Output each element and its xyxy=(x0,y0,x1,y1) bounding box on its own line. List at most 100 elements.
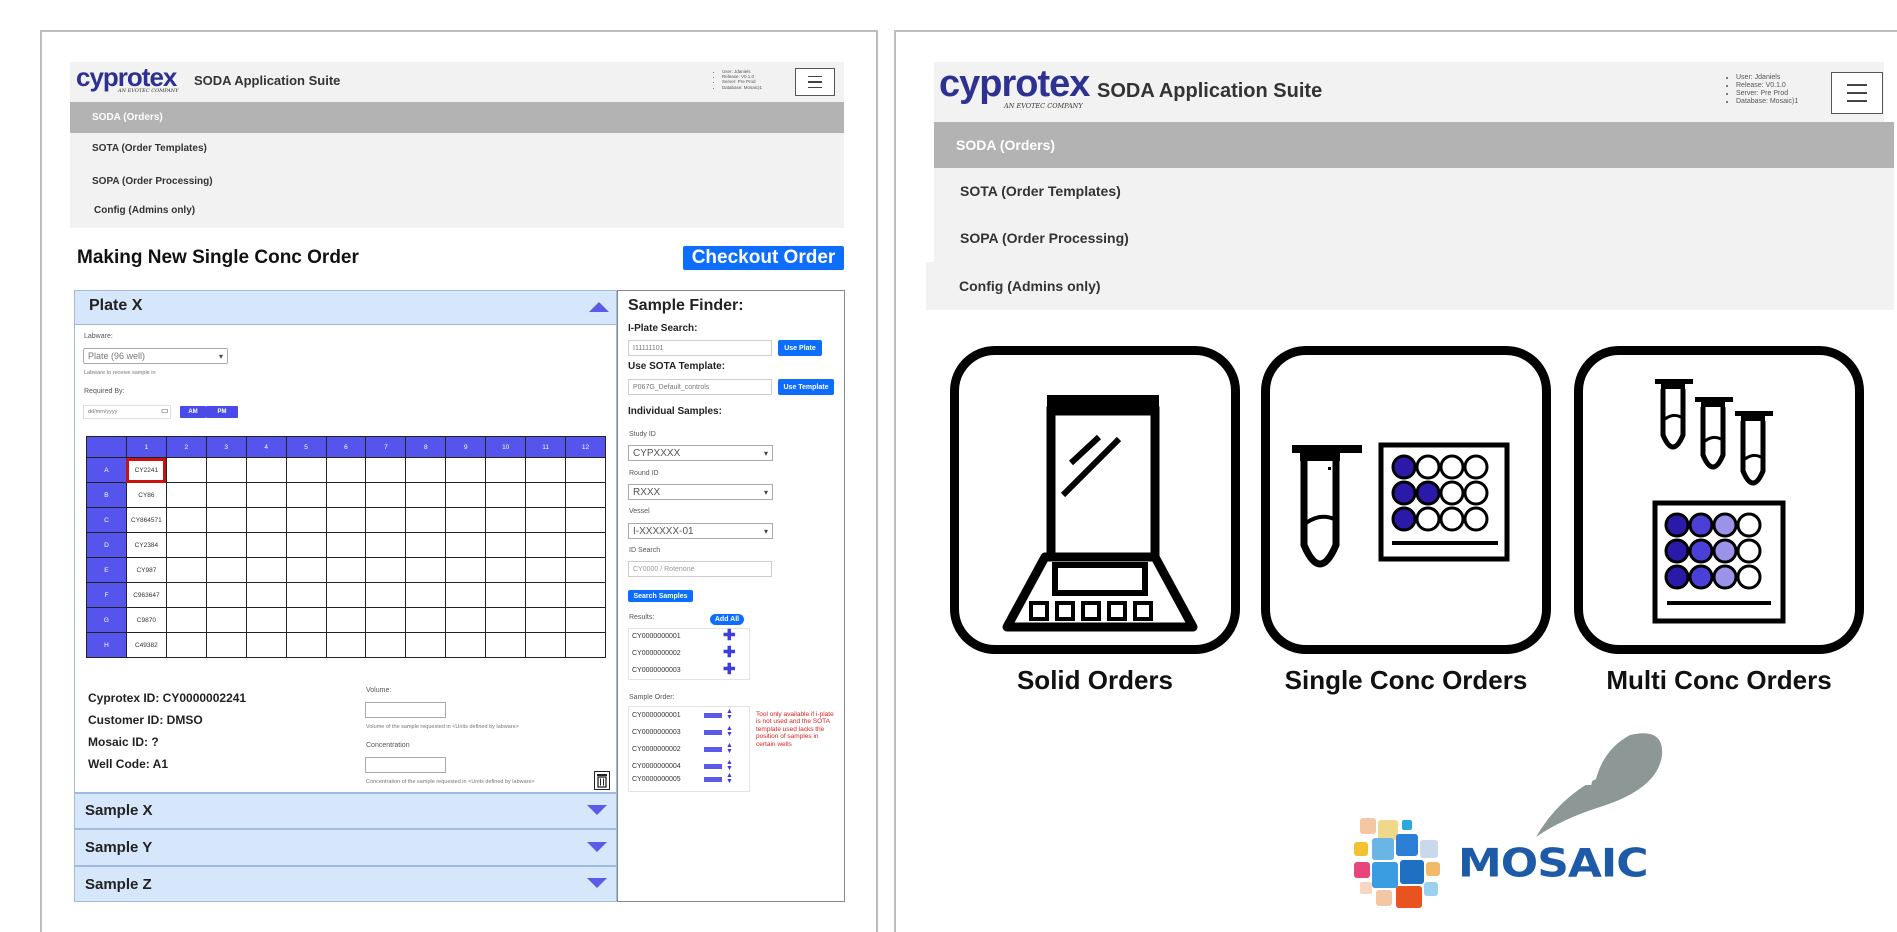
list-item: CY0000000005 xyxy=(632,776,681,783)
volume-help: Volume of the sample requested in <Units… xyxy=(366,724,519,730)
required-by-label: Required By: xyxy=(84,388,125,395)
concentration-input[interactable] xyxy=(365,757,446,773)
vessel-select[interactable]: I-XXXXXX-01 xyxy=(628,523,773,539)
sample-y-accordion[interactable] xyxy=(74,829,617,866)
vessel-label: Vessel xyxy=(629,508,650,515)
volume-label: Volume: xyxy=(366,687,392,694)
multi-conc-orders-card[interactable] xyxy=(1574,346,1864,654)
concentration-help: Concentration of the sample requested in… xyxy=(366,779,535,785)
left-nav-config[interactable]: Config (Admins only) xyxy=(70,198,844,228)
list-item: CY0000000002 xyxy=(632,746,681,753)
left-nav-sota[interactable]: SOTA (Order Templates) xyxy=(70,133,844,165)
reorder-icon[interactable]: ▲ ▼ xyxy=(726,772,733,785)
well[interactable]: C963647 xyxy=(125,582,167,608)
id-search-input[interactable]: CY0000 / Rotenone xyxy=(628,561,772,577)
right-nav-config[interactable]: Config (Admins only) xyxy=(926,262,1894,310)
plate-row: B CY86 xyxy=(86,482,606,508)
calendar-icon[interactable]: ▭ xyxy=(161,406,169,415)
sample-order-label: Sample Order: xyxy=(629,694,675,701)
mosaic-id: Mosaic ID: ? xyxy=(88,735,159,749)
list-item: CY0000000002 xyxy=(632,650,681,657)
well[interactable]: CY987 xyxy=(125,557,167,583)
plate-accordion-header[interactable] xyxy=(74,290,617,325)
cyprotex-id: Cyprotex ID: CY0000002241 xyxy=(88,691,247,705)
list-item: CY0000000001 xyxy=(632,712,681,719)
labware-select[interactable]: Plate (96 well) xyxy=(83,348,228,364)
labware-label: Labware: xyxy=(84,333,113,340)
sample-x-accordion[interactable] xyxy=(74,793,617,829)
col-header: 8 xyxy=(405,436,447,458)
results-label: Results: xyxy=(629,614,655,621)
solid-orders-card[interactable] xyxy=(950,346,1240,654)
drag-handle[interactable] xyxy=(704,747,722,752)
plate-grid: 1 2 3 4 5 6 7 8 9 10 11 12 A CY2241 B CY86… xyxy=(86,436,606,658)
col-header: 7 xyxy=(365,436,407,458)
well[interactable]: CY86 xyxy=(125,482,167,508)
balance-icon xyxy=(1002,395,1198,632)
plate-row: D CY2384 xyxy=(86,532,606,558)
sample-z-accordion[interactable] xyxy=(74,866,617,902)
collapse-arrow-icon[interactable] xyxy=(589,302,609,312)
col-header: 6 xyxy=(325,436,367,458)
drag-handle[interactable] xyxy=(704,777,722,782)
left-nav-soda[interactable]: SODA (Orders) xyxy=(70,102,844,133)
right-menu-button[interactable] xyxy=(1831,72,1883,114)
reorder-icon[interactable]: ▲ ▼ xyxy=(726,725,733,738)
right-nav-sopa[interactable]: SOPA (Order Processing) xyxy=(934,215,1894,262)
expand-arrow-icon[interactable] xyxy=(587,842,607,852)
use-template-button[interactable]: Use Template xyxy=(778,379,834,395)
right-logo-subtitle: AN EVOTEC COMPANY xyxy=(1004,102,1083,110)
list-item: CY0000000001 xyxy=(632,633,681,640)
drag-handle[interactable] xyxy=(704,730,722,735)
list-item: CY0000000003 xyxy=(632,667,681,674)
col-header: 11 xyxy=(525,436,567,458)
expand-arrow-icon[interactable] xyxy=(587,805,607,815)
volume-input[interactable] xyxy=(365,702,446,718)
right-nav-soda[interactable]: SODA (Orders) xyxy=(934,122,1894,168)
add-sample-icon[interactable]: ✚ xyxy=(723,662,736,677)
required-date-input[interactable]: dd/mm/yyyy xyxy=(83,405,171,419)
right-suite-title: SODA Application Suite xyxy=(1097,80,1323,102)
add-sample-icon[interactable]: ✚ xyxy=(723,628,736,643)
iplate-search-input[interactable]: I11111101 xyxy=(628,340,772,356)
tubes-and-plate-icon xyxy=(1652,379,1786,624)
solid-orders-label: Solid Orders xyxy=(1016,665,1174,695)
left-nav-sopa[interactable]: SOPA (Order Processing) xyxy=(70,165,844,198)
reorder-icon[interactable]: ▲ ▼ xyxy=(726,708,733,721)
single-conc-orders-card[interactable] xyxy=(1261,346,1551,654)
plate-row: C CY864571 xyxy=(86,507,606,533)
sample-y-title: Sample Y xyxy=(85,839,153,856)
trash-icon[interactable] xyxy=(594,771,610,790)
reorder-icon[interactable]: ▲ ▼ xyxy=(726,742,733,755)
search-samples-button[interactable]: Search Samples xyxy=(628,590,693,602)
sota-template-input[interactable]: P067G_Default_controls xyxy=(628,379,772,395)
col-header: 5 xyxy=(285,436,327,458)
am-button[interactable]: AM xyxy=(180,406,206,418)
right-cyprotex-logo: cyprotex xyxy=(939,63,1090,105)
well[interactable]: C9870 xyxy=(125,607,167,633)
labware-help: Labware to receive sample in xyxy=(84,370,156,376)
col-header: 1 xyxy=(125,436,167,458)
well[interactable]: CY864571 xyxy=(125,507,167,533)
concentration-label: Concentration xyxy=(366,742,410,749)
expand-arrow-icon[interactable] xyxy=(587,878,607,888)
use-plate-button[interactable]: Use Plate xyxy=(778,340,822,356)
round-id-select[interactable]: RXXX xyxy=(628,484,773,500)
study-id-select[interactable]: CYPXXXX xyxy=(628,445,773,461)
left-menu-button[interactable] xyxy=(795,68,835,96)
multi-conc-orders-label: Multi Conc Orders xyxy=(1606,665,1832,695)
reorder-icon[interactable]: ▲ ▼ xyxy=(726,759,733,772)
plate-title: Plate X xyxy=(89,297,143,314)
drag-handle[interactable] xyxy=(704,713,722,718)
add-sample-icon[interactable]: ✚ xyxy=(723,645,736,660)
drag-handle[interactable] xyxy=(704,764,722,769)
iplate-search-label: I-Plate Search: xyxy=(628,323,698,334)
pm-button[interactable]: PM xyxy=(206,406,238,418)
right-nav-sota[interactable]: SOTA (Order Templates) xyxy=(934,168,1894,215)
well-a1[interactable]: CY2241 xyxy=(125,457,167,483)
checkout-order-button[interactable]: Checkout Order xyxy=(683,246,844,270)
add-all-button[interactable]: Add All xyxy=(710,614,744,625)
well[interactable]: C49382 xyxy=(125,632,167,658)
well[interactable]: CY2384 xyxy=(125,532,167,558)
well-code: Well Code: A1 xyxy=(88,757,169,771)
